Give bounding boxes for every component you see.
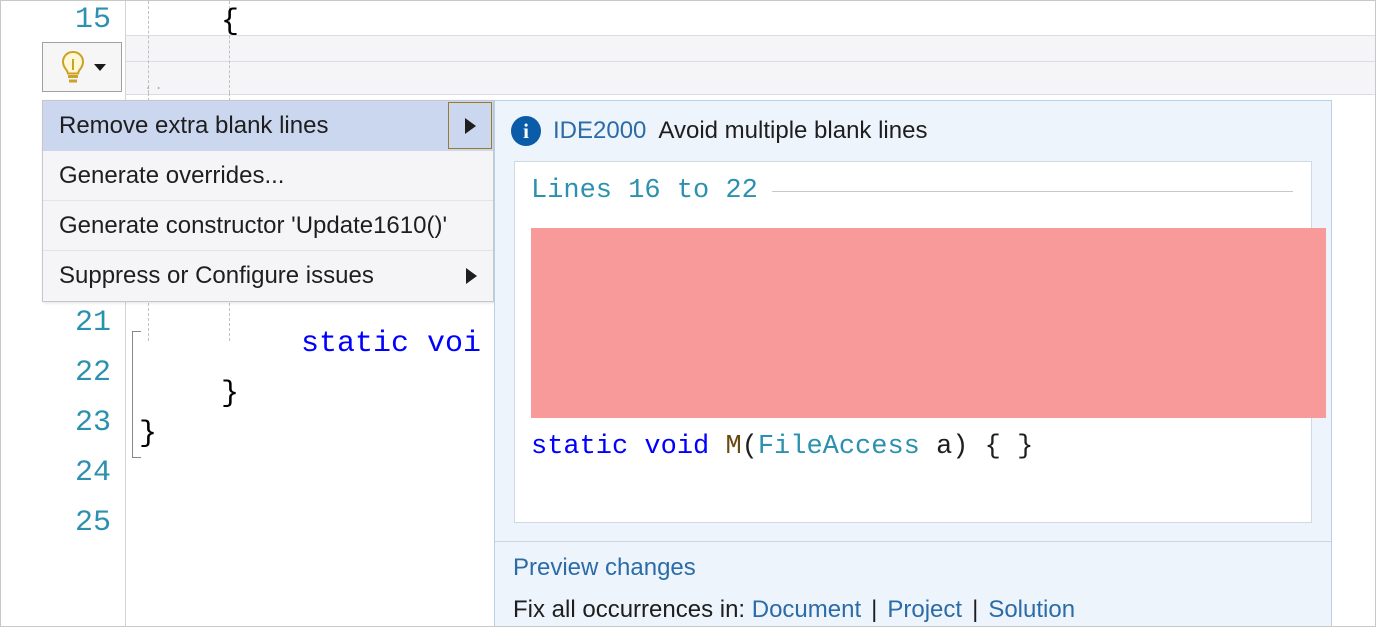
menu-item-label: Generate constructor 'Update1610()' (59, 211, 448, 239)
quick-actions-preview-pane: i IDE2000 Avoid multiple blank lines Lin… (494, 100, 1332, 626)
menu-item-label: Generate overrides... (59, 161, 285, 189)
editor-gutter: 15 16 17 18 19 20 21 22 23 24 25 (1, 1, 126, 626)
quick-actions-lightbulb-button[interactable] (42, 42, 122, 92)
code-text-signature: static voi (301, 329, 481, 359)
line-number: 25 (74, 506, 111, 540)
chevron-right-icon (464, 117, 476, 134)
diagnostic-title: Avoid multiple blank lines (658, 117, 928, 144)
preview-method-name: M (725, 432, 742, 462)
preview-diff-body: Lines 16 to 22 static void M(FileAccess … (514, 161, 1326, 523)
preview-changes-link[interactable]: Preview changes (513, 554, 696, 581)
whitespace-dots: ·· (144, 81, 165, 97)
fix-all-solution-link[interactable]: Solution (988, 596, 1075, 624)
fix-all-label: Fix all occurrences in: (513, 596, 746, 623)
preview-paren-close: ) (952, 432, 969, 462)
preview-header: i IDE2000 Avoid multiple blank lines (495, 101, 1331, 161)
submenu-expand-icon[interactable] (449, 251, 493, 301)
screenshot-root: 15 16 17 18 19 20 21 22 23 24 25 ·· { st… (0, 0, 1376, 627)
separator: | (871, 596, 878, 623)
fix-all-document-link[interactable]: Document (752, 596, 861, 624)
diagnostic-id[interactable]: IDE2000 (553, 117, 646, 145)
current-line-highlight-2 (126, 61, 1375, 95)
indent-guide (148, 1, 149, 93)
code-text-close-brace-inner: } (221, 377, 240, 411)
info-icon: i (511, 116, 541, 146)
preview-paren-open: ( (741, 432, 758, 462)
line-number: 24 (74, 456, 111, 490)
line-number: 15 (74, 3, 111, 37)
menu-item-generate-constructor[interactable]: Generate constructor 'Update1610()' (43, 201, 493, 251)
preview-keyword-static: static (531, 432, 629, 462)
removed-lines-block (531, 228, 1326, 418)
preview-lines-row: Lines 16 to 22 (515, 162, 1311, 206)
current-line-highlight (126, 35, 1375, 63)
preview-keyword-void: void (644, 432, 710, 462)
line-number: 22 (74, 356, 111, 390)
chevron-right-icon (465, 268, 477, 284)
code-text-close-brace-outer: } (139, 417, 158, 451)
fix-all-project-link[interactable]: Project (887, 596, 962, 624)
preview-changes-row: Preview changes (513, 542, 1331, 582)
menu-item-suppress-or-configure-issues[interactable]: Suppress or Configure issues (43, 251, 493, 301)
quick-actions-menu[interactable]: Remove extra blank lines Generate overri… (42, 100, 494, 302)
preview-lines-label: Lines 16 to 22 (531, 176, 758, 206)
keyword-void: voi (427, 327, 482, 361)
menu-item-label: Suppress or Configure issues (59, 262, 374, 289)
line-number: 23 (74, 406, 111, 440)
menu-item-generate-overrides[interactable]: Generate overrides... (43, 151, 493, 201)
chevron-down-icon[interactable] (94, 63, 106, 71)
preview-body-braces: { } (968, 432, 1034, 462)
menu-item-remove-extra-blank-lines[interactable]: Remove extra blank lines (43, 101, 493, 151)
preview-code-line: static void M(FileAccess a) { } (531, 432, 1311, 462)
keyword-static: static (301, 327, 410, 361)
line-number: 21 (74, 306, 111, 340)
preview-footer: Preview changes Fix all occurrences in: … (495, 541, 1331, 626)
menu-item-label: Remove extra blank lines (59, 111, 329, 139)
fix-all-row: Fix all occurrences in: Document | Proje… (513, 582, 1331, 624)
submenu-expand-icon[interactable] (448, 102, 492, 149)
code-text-open-brace: { (221, 5, 240, 39)
preview-param-name: a (919, 432, 953, 462)
divider (771, 190, 1293, 192)
lightbulb-icon (58, 50, 88, 84)
separator: | (972, 596, 979, 623)
preview-param-type: FileAccess (757, 432, 920, 462)
